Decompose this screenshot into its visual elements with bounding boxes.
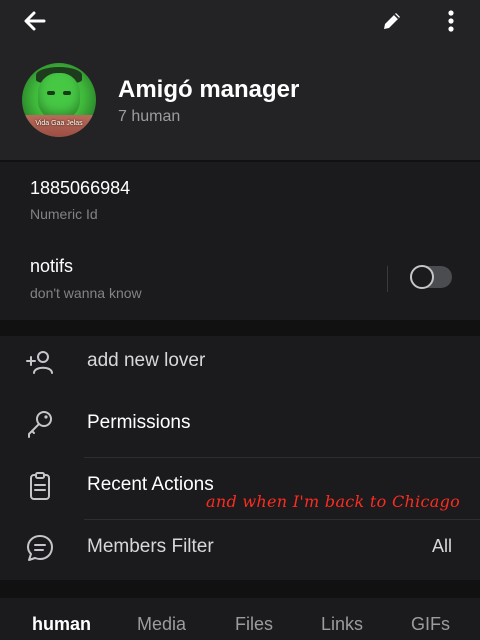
avatar-eye-left — [47, 91, 55, 95]
row-divider — [84, 457, 480, 458]
chat-bubble-icon — [24, 532, 56, 564]
tab-links[interactable]: Links — [321, 614, 363, 635]
video-caption-overlay: and when I'm back to Chicago — [206, 492, 461, 511]
numeric-id-value[interactable]: 1885066984 — [30, 178, 130, 199]
toggle-divider — [387, 266, 388, 292]
row-divider — [84, 519, 480, 520]
pencil-icon — [384, 13, 400, 29]
member-count: 7 human — [118, 108, 181, 125]
recent-actions-button[interactable]: Recent Actions — [87, 474, 214, 496]
group-name: Amigó manager — [118, 76, 300, 103]
tab-files[interactable]: Files — [235, 614, 273, 635]
profile-header: Vida Gaa Jelas Amigó manager 7 human — [0, 0, 480, 160]
members-filter-value[interactable]: All — [432, 536, 452, 557]
members-filter-button[interactable]: Members Filter — [87, 536, 214, 558]
notifications-title[interactable]: notifs — [30, 256, 73, 277]
media-tabs: human Media Files Links GIFs — [0, 598, 480, 640]
numeric-id-label: Numeric Id — [30, 206, 98, 222]
info-section: 1885066984 Numeric Id notifs don't wanna… — [0, 162, 480, 320]
notifications-subtitle: don't wanna know — [30, 285, 142, 301]
permissions-button[interactable]: Permissions — [87, 412, 190, 434]
edit-button[interactable] — [376, 6, 408, 36]
toggle-knob — [410, 265, 434, 289]
avatar-face — [38, 73, 80, 119]
add-member-button[interactable]: add new lover — [87, 350, 205, 372]
key-icon — [24, 408, 56, 440]
tab-human[interactable]: human — [32, 614, 91, 635]
group-avatar[interactable]: Vida Gaa Jelas — [22, 63, 96, 137]
avatar-caption: Vida Gaa Jelas — [35, 120, 83, 127]
more-options-button[interactable] — [436, 6, 466, 36]
clipboard-icon — [24, 470, 56, 502]
more-vertical-icon — [448, 10, 454, 32]
back-button[interactable] — [18, 6, 52, 36]
add-user-icon — [24, 346, 56, 378]
actions-section: add new lover Permissions Recent Actions… — [0, 336, 480, 580]
notifications-toggle[interactable] — [410, 265, 452, 289]
tab-gifs[interactable]: GIFs — [411, 614, 450, 635]
arrow-left-icon — [24, 11, 46, 31]
avatar-eye-right — [63, 91, 71, 95]
tab-media[interactable]: Media — [137, 614, 186, 635]
